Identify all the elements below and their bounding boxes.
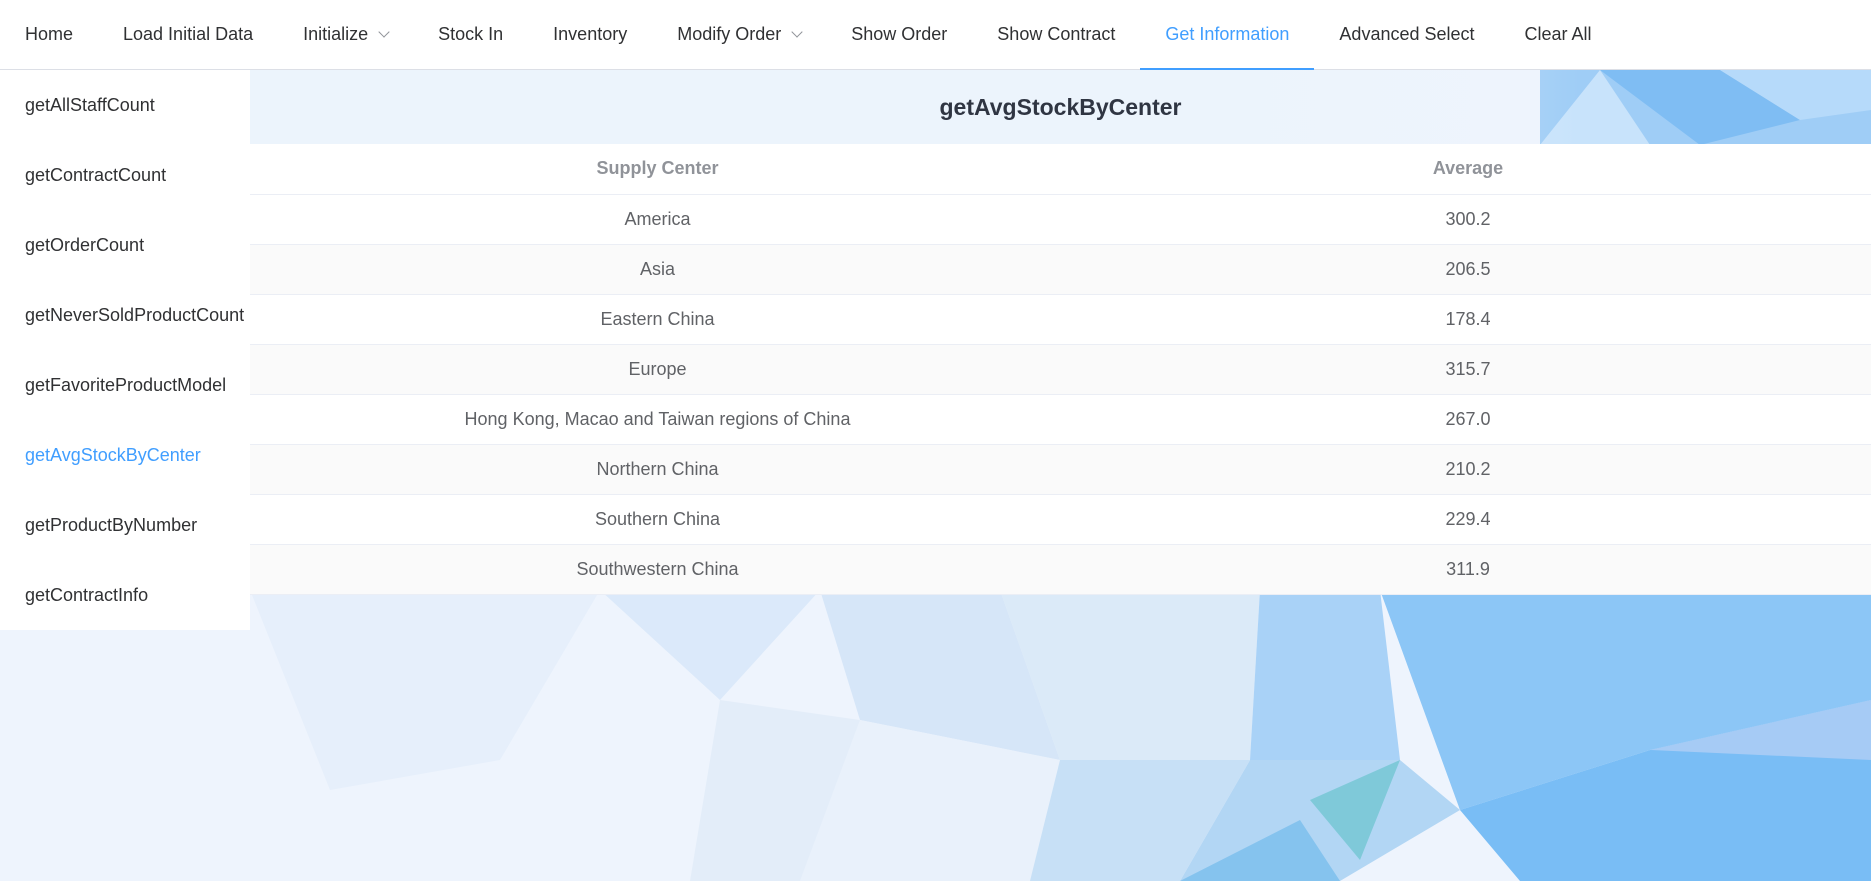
cell-supply-center: Northern China	[250, 444, 1065, 495]
nav-item-label: Inventory	[553, 24, 628, 44]
panel-title: getAvgStockByCenter	[250, 70, 1871, 144]
cell-supply-center: Southern China	[250, 494, 1065, 545]
table-row: Northern China 210.2	[250, 444, 1871, 495]
nav-item-label: Modify Order	[677, 24, 782, 44]
cell-supply-center: Europe	[250, 344, 1065, 395]
nav-item-clear-all[interactable]: Clear All	[1500, 0, 1617, 69]
main-panel: getAvgStockByCenter Supply Center Averag…	[250, 70, 1871, 595]
cell-average: 311.9	[1065, 544, 1871, 595]
table-row: Europe 315.7	[250, 344, 1871, 395]
sidebar-item-getcontractinfo[interactable]: getContractInfo	[0, 560, 250, 630]
sidebar-item-getcontractcount[interactable]: getContractCount	[0, 140, 250, 210]
nav-item-label: Initialize	[303, 24, 369, 44]
table-row: America 300.2	[250, 194, 1871, 245]
cell-supply-center: Eastern China	[250, 294, 1065, 345]
nav-item-inventory[interactable]: Inventory	[528, 0, 652, 69]
sidebar-menu: getAllStaffCount getContractCount getOrder…	[0, 70, 250, 630]
sidebar-item-getneversoldproductcount[interactable]: getNeverSoldProductCount	[0, 280, 250, 350]
nav-item-label: Show Order	[851, 24, 948, 44]
nav-item-label: Home	[25, 24, 74, 44]
sidebar: getAllStaffCount getContractCount getOrder…	[0, 70, 250, 630]
nav-item-initialize[interactable]: Initialize	[278, 0, 413, 69]
nav-item-label: Show Contract	[997, 24, 1116, 44]
sidebar-item-getordercount[interactable]: getOrderCount	[0, 210, 250, 280]
table-row: Asia 206.5	[250, 244, 1871, 295]
nav-item-modify-order[interactable]: Modify Order	[652, 0, 826, 69]
cell-supply-center: Asia	[250, 244, 1065, 295]
nav-item-get-information[interactable]: Get Information	[1140, 0, 1315, 70]
sidebar-item-getallstaffcount[interactable]: getAllStaffCount	[0, 70, 250, 140]
results-table: Supply Center Average America 300.2 Asia 20…	[250, 144, 1871, 595]
nav-item-label: Advanced Select	[1339, 24, 1475, 44]
table-header-row: Supply Center Average	[250, 144, 1871, 195]
cell-supply-center: Hong Kong, Macao and Taiwan regions of C…	[250, 394, 1065, 445]
nav-item-stock-in[interactable]: Stock In	[413, 0, 528, 69]
column-header-average: Average	[1065, 144, 1871, 195]
sidebar-item-getproductbynumber[interactable]: getProductByNumber	[0, 490, 250, 560]
table-row: Hong Kong, Macao and Taiwan regions of C…	[250, 394, 1871, 445]
nav-item-label: Stock In	[438, 24, 504, 44]
chevron-down-icon	[791, 25, 803, 38]
nav-item-label: Load Initial Data	[123, 24, 254, 44]
nav-item-label: Clear All	[1524, 24, 1592, 44]
nav-item-show-contract[interactable]: Show Contract	[972, 0, 1140, 69]
sidebar-item-getavgstockbycenter[interactable]: getAvgStockByCenter	[0, 420, 250, 490]
table-row: Eastern China 178.4	[250, 294, 1871, 345]
cell-average: 267.0	[1065, 394, 1871, 445]
sidebar-item-getfavoriteproductmodel[interactable]: getFavoriteProductModel	[0, 350, 250, 420]
nav-item-load-initial-data[interactable]: Load Initial Data	[98, 0, 278, 69]
cell-average: 210.2	[1065, 444, 1871, 495]
nav-item-show-order[interactable]: Show Order	[826, 0, 972, 69]
top-nav-bar: Home Load Initial Data Initialize Stock In I…	[0, 0, 1871, 70]
cell-average: 178.4	[1065, 294, 1871, 345]
table-row: Southwestern China 311.9	[250, 544, 1871, 595]
cell-average: 206.5	[1065, 244, 1871, 295]
cell-average: 300.2	[1065, 194, 1871, 245]
chevron-down-icon	[378, 25, 390, 38]
cell-supply-center: America	[250, 194, 1065, 245]
cell-supply-center: Southwestern China	[250, 544, 1065, 595]
cell-average: 229.4	[1065, 494, 1871, 545]
column-header-supply-center: Supply Center	[250, 144, 1065, 195]
table-row: Southern China 229.4	[250, 494, 1871, 545]
nav-item-label: Get Information	[1165, 24, 1290, 44]
cell-average: 315.7	[1065, 344, 1871, 395]
nav-item-home[interactable]: Home	[0, 0, 98, 69]
nav-item-advanced-select[interactable]: Advanced Select	[1314, 0, 1499, 69]
